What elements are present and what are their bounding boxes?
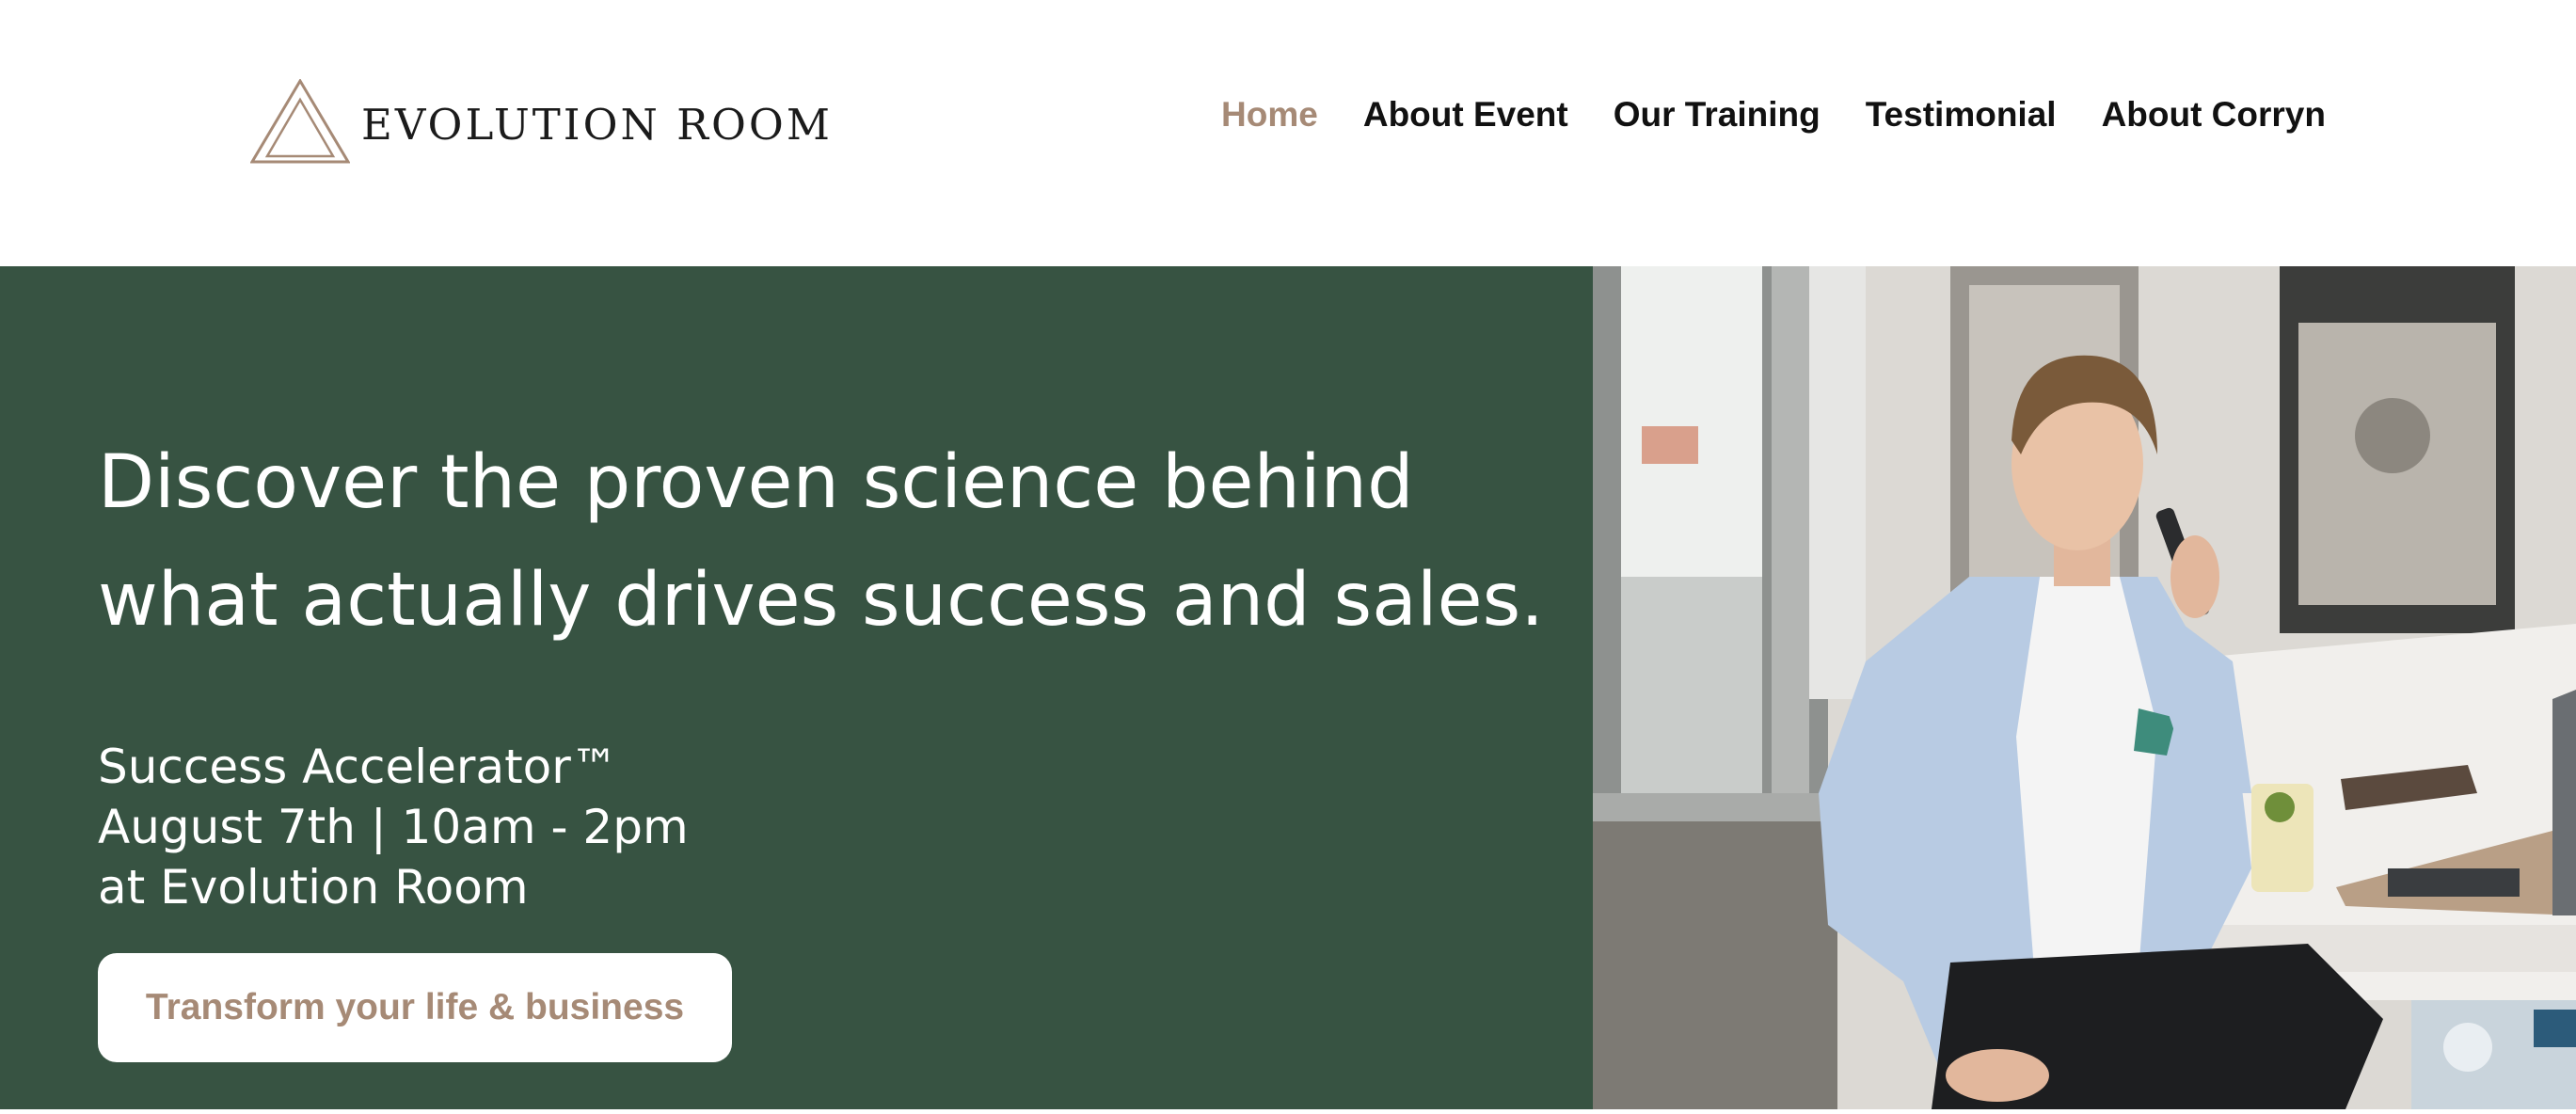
nav-testimonial[interactable]: Testimonial [1866,94,2057,135]
hero-panel: Discover the proven science behind what … [0,266,1593,1109]
event-name: Success Accelerator™ [98,740,618,794]
triangle-logo-icon [250,79,350,164]
hero-headline: Discover the proven science behind what … [98,440,1544,643]
logo[interactable]: EVOLUTION ROOM [250,79,833,164]
site-header: EVOLUTION ROOM Home About Event Our Trai… [0,0,2576,266]
man-on-phone-in-cafe-photo [1593,266,2576,1109]
transform-cta-button[interactable]: Transform your life & business [98,953,732,1062]
event-location: at Evolution Room [98,860,529,915]
main-nav: Home About Event Our Training Testimonia… [1221,94,2326,135]
hero-section: Discover the proven science behind what … [0,266,2576,1109]
nav-our-training[interactable]: Our Training [1614,94,1821,135]
event-details: Success Accelerator™ August 7th | 10am -… [98,737,689,917]
brand-name: EVOLUTION ROOM [361,99,833,150]
nav-home[interactable]: Home [1221,94,1318,135]
event-date: August 7th | 10am - 2pm [98,800,689,854]
nav-about-corryn[interactable]: About Corryn [2102,94,2326,135]
nav-about-event[interactable]: About Event [1363,94,1568,135]
